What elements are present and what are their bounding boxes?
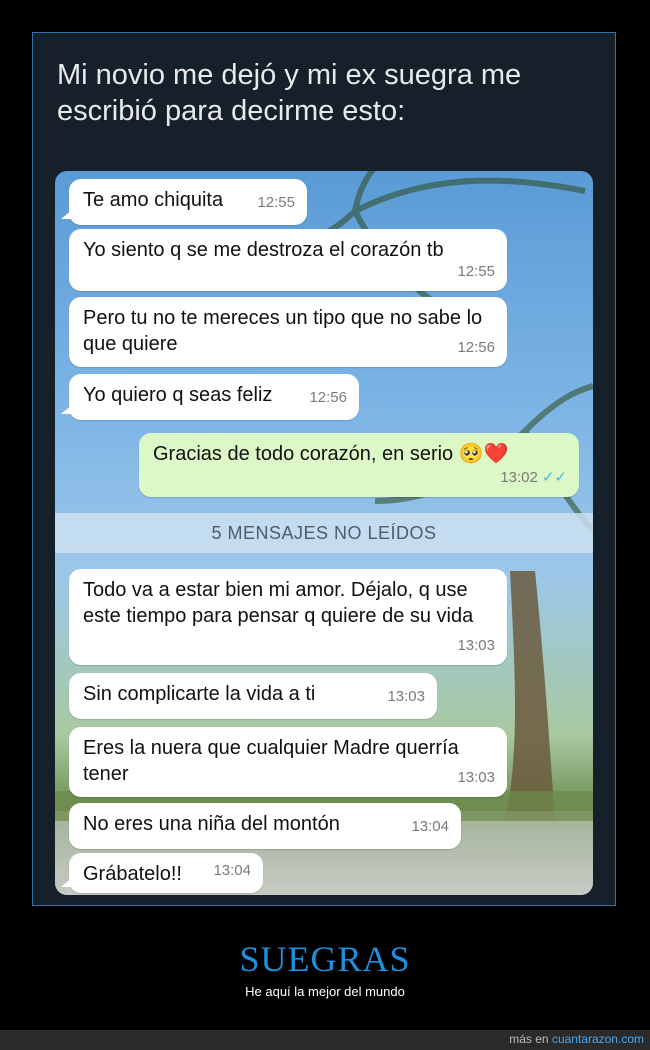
message-bubble-outgoing: Gracias de todo corazón, en serio 🥺❤️ 13… — [139, 433, 579, 497]
tweet-text: Mi novio me dejó y mi ex suegra me escri… — [57, 59, 522, 127]
message-time: 13:02 ✓✓ — [500, 469, 567, 486]
chat-screenshot: Te amo chiquita 12:55 Yo siento q se me … — [55, 171, 593, 895]
message-bubble: Grábatelo!! 13:04 — [61, 853, 263, 893]
message-text: Pero tu no te mereces un tipo que no sab… — [83, 307, 483, 355]
message-time: 12:56 — [457, 339, 495, 356]
message-text: Yo quiero q seas feliz — [83, 384, 273, 406]
category-subtitle: He aquí la mejor del mundo — [245, 984, 405, 999]
unread-messages-divider: 5 MENSAJES NO LEÍDOS — [55, 513, 593, 553]
category-title[interactable]: SUEGRAS — [0, 938, 650, 980]
message-bubble: Yo quiero q seas feliz 12:56 — [61, 374, 359, 420]
message-time: 13:03 — [457, 769, 495, 786]
message-bubble: Pero tu no te mereces un tipo que no sab… — [69, 297, 507, 367]
message-text: Todo va a estar bien mi amor. Déjalo, q … — [83, 579, 474, 627]
message-time: 13:04 — [213, 862, 251, 879]
footer-credit: más en cuantarazon.com — [509, 1032, 644, 1046]
message-text: Gracias de todo corazón, en serio 🥺❤️ — [153, 443, 509, 465]
footer-prefix: más en — [509, 1032, 549, 1046]
message-bubble: Eres la nuera que cualquier Madre querrí… — [69, 727, 507, 797]
message-time: 13:03 — [387, 688, 425, 705]
message-text: Sin complicarte la vida a ti — [83, 683, 316, 705]
footer-bar: más en cuantarazon.com — [0, 1030, 650, 1050]
message-time: 12:56 — [309, 389, 347, 406]
message-bubble: Todo va a estar bien mi amor. Déjalo, q … — [69, 569, 507, 665]
site-link[interactable]: cuantarazon.com — [552, 1032, 644, 1046]
message-bubble: Te amo chiquita 12:55 — [61, 179, 307, 225]
message-text: Yo siento q se me destroza el corazón tb — [83, 239, 444, 261]
message-bubble: Sin complicarte la vida a ti 13:03 — [69, 673, 437, 719]
message-text: Eres la nuera que cualquier Madre querrí… — [83, 737, 459, 785]
message-time: 12:55 — [457, 263, 495, 280]
message-text: No eres una niña del montón — [83, 813, 340, 835]
message-time: 13:03 — [457, 637, 495, 654]
message-time: 13:04 — [411, 818, 449, 835]
message-bubble: Yo siento q se me destroza el corazón tb… — [69, 229, 507, 291]
tweet-card: Mi novio me dejó y mi ex suegra me escri… — [32, 32, 616, 906]
read-receipt-icon: ✓✓ — [541, 469, 567, 486]
message-bubble: No eres una niña del montón 13:04 — [69, 803, 461, 849]
message-time: 12:55 — [257, 194, 295, 211]
